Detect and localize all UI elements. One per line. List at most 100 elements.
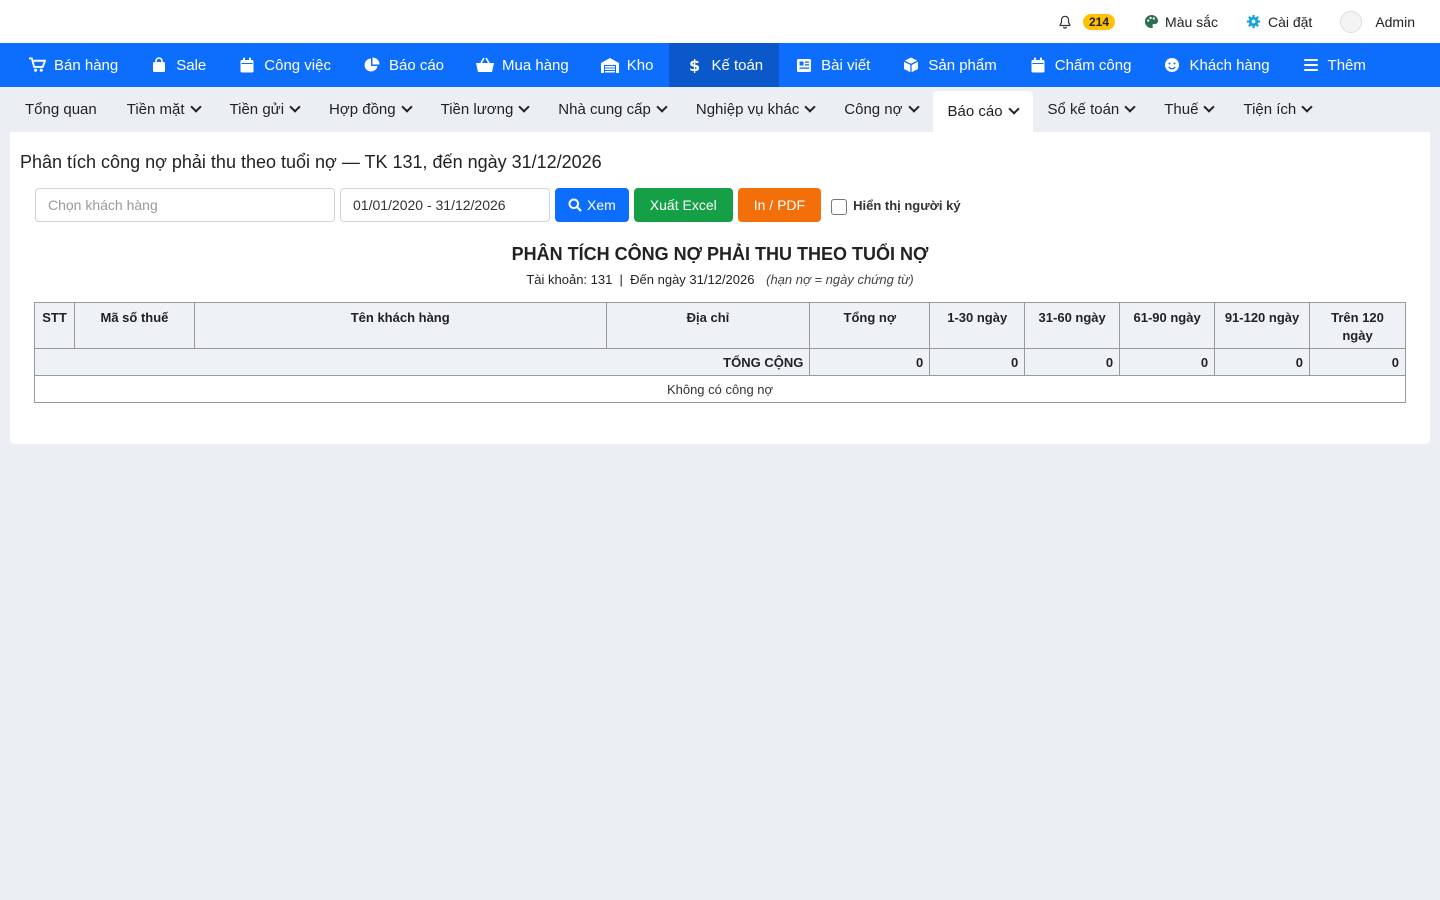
nav-item-bao-cao[interactable]: Báo cáo xyxy=(347,43,460,87)
pie-chart-icon xyxy=(363,56,381,74)
user-menu[interactable]: Admin xyxy=(1340,10,1415,33)
tab-nghiep-vu-khac[interactable]: Nghiệp vụ khác xyxy=(681,87,829,132)
report-note: (hạn nợ = ngày chứng từ) xyxy=(766,272,914,287)
table-header-row: STT Mã số thuế Tên khách hàng Địa chỉ Tổ… xyxy=(34,302,1406,349)
column-header: 1-30 ngày xyxy=(929,302,1026,349)
tab-tien-luong[interactable]: Tiền lương xyxy=(426,87,544,132)
nav-label: Kế toán xyxy=(711,56,764,74)
view-button[interactable]: Xem xyxy=(555,188,629,222)
report-account-date: Tài khoản: 131 | Đến ngày 31/12/2026 xyxy=(526,272,755,287)
column-header: Địa chỉ xyxy=(605,302,811,349)
search-icon xyxy=(568,198,582,212)
tab-label: Tiền mặt xyxy=(126,101,185,118)
aging-table: STT Mã số thuế Tên khách hàng Địa chỉ Tổ… xyxy=(33,302,1406,403)
export-excel-button[interactable]: Xuất Excel xyxy=(633,188,733,222)
show-signer-label: Hiển thị người ký xyxy=(853,197,961,213)
nav-item-san-pham[interactable]: Sản phẩm xyxy=(886,43,1012,87)
total-cell: 0 xyxy=(1024,348,1121,376)
color-theme-button[interactable]: Màu sắc xyxy=(1143,14,1218,30)
tab-so-ke-toan[interactable]: Sổ kế toán xyxy=(1033,87,1150,132)
show-signer-toggle[interactable]: Hiển thị người ký xyxy=(831,195,961,215)
tab-cong-no[interactable]: Công nợ xyxy=(829,87,932,132)
show-signer-checkbox[interactable] xyxy=(831,199,848,215)
chevron-down-icon xyxy=(1203,101,1216,113)
nav-label: Bài viết xyxy=(821,56,871,74)
print-pdf-button[interactable]: In / PDF xyxy=(737,188,822,222)
column-header: Tên khách hàng xyxy=(193,302,607,349)
tab-label: Tiền gửi xyxy=(229,101,285,118)
tab-label: Nhà cung cấp xyxy=(558,101,651,118)
nav-label: Khách hàng xyxy=(1189,56,1270,74)
tab-thue[interactable]: Thuế xyxy=(1149,87,1228,132)
top-bar: 214 Màu sắc Cài đặt Admin xyxy=(0,0,1440,43)
report-title: PHÂN TÍCH CÔNG NỢ PHẢI THU THEO TUỔI NỢ xyxy=(511,244,929,264)
nav-label: Mua hàng xyxy=(502,56,569,74)
chevron-down-icon xyxy=(400,101,413,113)
nav-item-kho[interactable]: Kho xyxy=(585,43,670,87)
gear-icon xyxy=(1246,14,1262,30)
nav-item-bai-viet[interactable]: Bài viết xyxy=(779,43,886,87)
empty-row: Không có công nợ xyxy=(34,375,1406,403)
cart-icon xyxy=(28,56,46,74)
export-excel-label: Xuất Excel xyxy=(649,197,717,213)
total-label: TỔNG CỘNG xyxy=(33,348,811,376)
box-icon xyxy=(902,56,920,74)
nav-item-sale[interactable]: Sale xyxy=(134,43,222,87)
newspaper-icon xyxy=(795,56,813,74)
tab-label: Tiện ích xyxy=(1243,101,1297,118)
nav-label: Sale xyxy=(176,56,207,74)
basket-icon xyxy=(476,56,495,74)
chevron-down-icon xyxy=(1301,101,1313,113)
notifications-button[interactable]: 214 xyxy=(1057,13,1116,30)
nav-label: Chấm công xyxy=(1054,56,1132,74)
calendar-icon xyxy=(1029,56,1047,74)
column-header: Tổng nợ xyxy=(809,302,931,349)
column-header: STT xyxy=(34,302,75,349)
column-header: 31-60 ngày xyxy=(1024,302,1121,349)
nav-item-cong-viec[interactable]: Công việc xyxy=(222,43,347,87)
empty-message: Không có công nợ xyxy=(34,375,1406,403)
column-header: 91-120 ngày xyxy=(1214,302,1310,349)
tab-tien-mat[interactable]: Tiền mặt xyxy=(112,87,215,132)
svg-text:$: $ xyxy=(689,57,700,73)
date-range-input[interactable] xyxy=(340,188,550,222)
nav-item-khach-hang[interactable]: Khách hàng xyxy=(1147,43,1285,87)
nav-item-ke-toan[interactable]: $ Kế toán xyxy=(669,43,780,87)
tab-label: Báo cáo xyxy=(947,103,1003,120)
report-subtitle: Tài khoản: 131 | Đến ngày 31/12/2026 (hạ… xyxy=(10,272,1430,287)
menu-icon xyxy=(1302,56,1320,74)
settings-button[interactable]: Cài đặt xyxy=(1246,14,1312,30)
bell-icon xyxy=(1057,14,1073,30)
tab-tien-ich[interactable]: Tiện ích xyxy=(1228,87,1326,132)
nav-label: Kho xyxy=(626,56,654,74)
tab-tong-quan[interactable]: Tổng quan xyxy=(10,87,112,132)
tab-label: Sổ kế toán xyxy=(1047,101,1120,118)
nav-label: Báo cáo xyxy=(388,56,445,74)
nav-item-ban-hang[interactable]: Bán hàng xyxy=(12,43,134,87)
nav-item-mua-hang[interactable]: Mua hàng xyxy=(460,43,585,87)
customer-select-input[interactable] xyxy=(35,188,335,222)
calendar-icon xyxy=(238,56,256,74)
chevron-down-icon xyxy=(656,101,668,113)
shopping-bag-icon xyxy=(150,56,168,74)
tab-bao-cao[interactable]: Báo cáo xyxy=(932,91,1033,132)
total-cell: 0 xyxy=(1309,348,1406,376)
top-actions: 214 Màu sắc Cài đặt Admin xyxy=(1029,0,1415,43)
column-header: Mã số thuế xyxy=(73,302,195,349)
column-header: Trên 120 ngày xyxy=(1309,302,1406,349)
column-header: 61-90 ngày xyxy=(1119,302,1216,349)
tab-label: Hợp đồng xyxy=(329,101,396,118)
total-cell: 0 xyxy=(1119,348,1216,376)
tab-nha-cung-cap[interactable]: Nhà cung cấp xyxy=(543,87,681,132)
nav-item-cham-cong[interactable]: Chấm công xyxy=(1013,43,1148,87)
chevron-down-icon xyxy=(1124,101,1136,113)
tab-hop-dong[interactable]: Hợp đồng xyxy=(314,87,426,132)
content-panel: Phân tích công nợ phải thu theo tuổi nợ … xyxy=(10,132,1430,444)
tab-tien-gui[interactable]: Tiền gửi xyxy=(215,87,315,132)
total-row: TỔNG CỘNG 0 0 0 0 0 0 xyxy=(33,348,1406,376)
palette-icon xyxy=(1143,14,1159,30)
total-cell: 0 xyxy=(929,348,1026,376)
nav-item-them[interactable]: Thêm xyxy=(1286,43,1382,87)
sub-nav: Tổng quan Tiền mặt Tiền gửi Hợp đồng Tiề… xyxy=(0,87,1440,132)
smile-icon xyxy=(1163,56,1181,74)
